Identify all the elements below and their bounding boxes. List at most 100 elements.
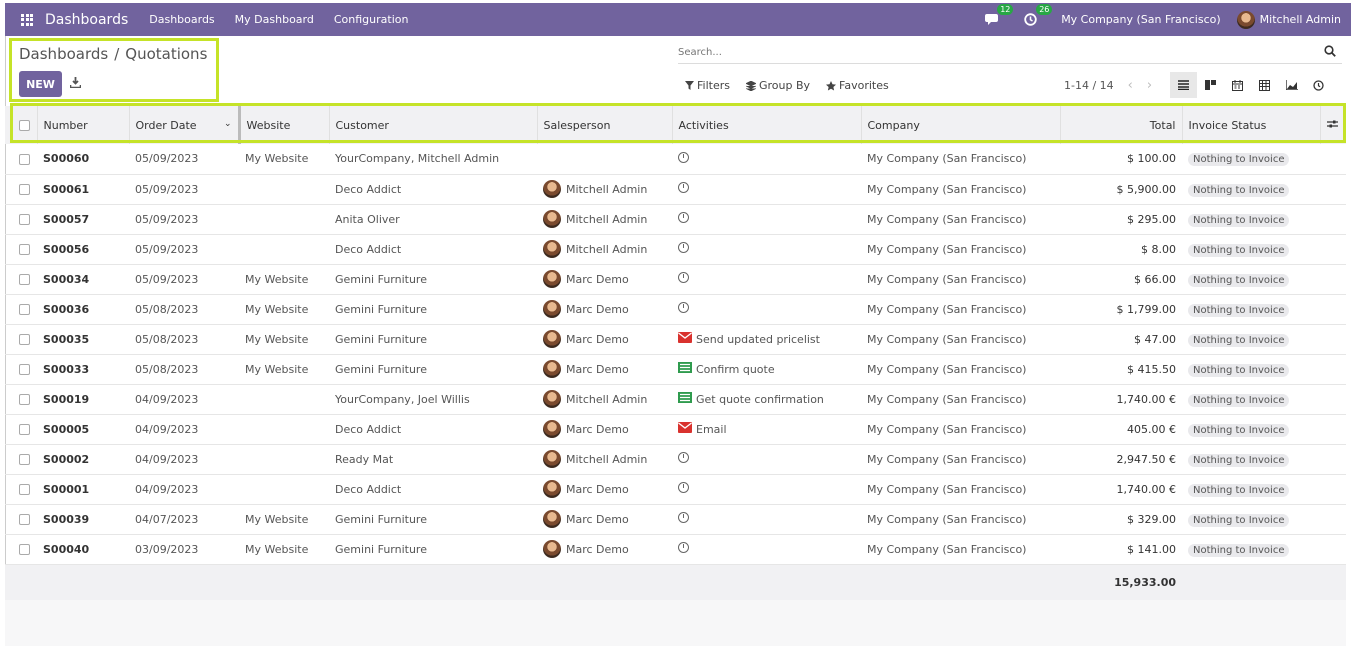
menu-my-dashboard[interactable]: My Dashboard: [235, 13, 314, 26]
table-row[interactable]: S00005 04/09/2023 Deco Addict Marc Demo …: [5, 414, 1346, 444]
clock-icon[interactable]: [678, 482, 689, 496]
column-total[interactable]: Total: [1060, 106, 1183, 144]
table-row[interactable]: S00001 04/09/2023 Deco Addict Marc Demo …: [5, 474, 1346, 504]
table-row[interactable]: S00056 05/09/2023 Deco Addict Mitchell A…: [5, 234, 1346, 264]
list-view-icon[interactable]: [1170, 72, 1197, 98]
breadcrumb-parent[interactable]: Dashboards: [19, 45, 108, 63]
column-order-date-label: Order Date: [135, 118, 197, 132]
row-checkbox[interactable]: [5, 174, 37, 204]
pager-next-icon[interactable]: ›: [1147, 78, 1152, 93]
clock-icon[interactable]: [678, 182, 689, 196]
cell-salesperson: Mitchell Admin: [537, 234, 672, 264]
clock-icon[interactable]: [678, 302, 689, 316]
cell-number: S00036: [43, 302, 90, 316]
clock-icon[interactable]: [678, 452, 689, 466]
todo-icon[interactable]: [678, 362, 692, 376]
search-icon[interactable]: [1324, 45, 1336, 57]
search-input[interactable]: [678, 42, 1298, 62]
clock-icon[interactable]: [678, 272, 689, 286]
row-checkbox[interactable]: [5, 264, 37, 294]
row-checkbox[interactable]: [5, 234, 37, 264]
new-button[interactable]: NEW: [19, 71, 62, 97]
email-icon[interactable]: [678, 422, 692, 436]
cell-empty: [1320, 234, 1346, 264]
favorites-button[interactable]: Favorites: [826, 79, 889, 92]
kanban-view-icon[interactable]: [1197, 72, 1224, 98]
row-checkbox[interactable]: [5, 414, 37, 444]
clock-icon[interactable]: [678, 242, 689, 256]
group-by-button[interactable]: Group By: [745, 79, 810, 92]
calendar-view-icon[interactable]: [1224, 72, 1251, 98]
cell-order-date: 04/07/2023: [135, 512, 199, 526]
todo-icon[interactable]: [678, 392, 692, 406]
activity-summary[interactable]: Send updated pricelist: [696, 333, 820, 346]
column-company[interactable]: Company: [861, 106, 1061, 144]
top-navbar: Dashboards Dashboards My Dashboard Confi…: [5, 3, 1351, 36]
table-row[interactable]: S00040 03/09/2023 My Website Gemini Furn…: [5, 534, 1346, 564]
cell-number: S00033: [43, 362, 90, 376]
breadcrumb: Dashboards / Quotations: [19, 45, 207, 63]
cell-total: 1,740.00 €: [1116, 392, 1176, 406]
menu-dashboards[interactable]: Dashboards: [149, 13, 214, 26]
activities-button[interactable]: 26: [1024, 4, 1053, 26]
cell-order-date: 04/09/2023: [135, 482, 199, 496]
row-checkbox[interactable]: [5, 384, 37, 414]
row-checkbox[interactable]: [5, 294, 37, 324]
email-icon[interactable]: [678, 332, 692, 346]
app-brand[interactable]: Dashboards: [45, 12, 128, 28]
filters-button[interactable]: Filters: [685, 79, 730, 92]
activity-summary[interactable]: Get quote confirmation: [696, 393, 824, 406]
table-row[interactable]: S00019 04/09/2023 YourCompany, Joel Will…: [5, 384, 1346, 414]
row-checkbox[interactable]: [5, 474, 37, 504]
row-checkbox[interactable]: [5, 534, 37, 564]
salesperson-name: Mitchell Admin: [566, 392, 648, 406]
pager-range[interactable]: 1-14 / 14: [1064, 79, 1114, 92]
app-grid-icon[interactable]: [21, 13, 33, 26]
menu-configuration[interactable]: Configuration: [334, 13, 409, 26]
table-row[interactable]: S00061 05/09/2023 Deco Addict Mitchell A…: [5, 174, 1346, 204]
table-row[interactable]: S00039 04/07/2023 My Website Gemini Furn…: [5, 504, 1346, 534]
column-number[interactable]: Number: [37, 106, 130, 144]
messages-button[interactable]: 12: [985, 4, 1014, 26]
column-customer[interactable]: Customer: [329, 106, 538, 144]
table-row[interactable]: S00033 05/08/2023 My Website Gemini Furn…: [5, 354, 1346, 384]
user-name[interactable]: Mitchell Admin: [1260, 13, 1341, 26]
company-switcher[interactable]: My Company (San Francisco): [1061, 13, 1220, 26]
column-invoice-status[interactable]: Invoice Status: [1182, 106, 1321, 144]
messages-badge: 12: [997, 4, 1014, 15]
pivot-view-icon[interactable]: [1251, 72, 1278, 98]
row-checkbox[interactable]: [5, 504, 37, 534]
activity-summary[interactable]: Confirm quote: [696, 363, 775, 376]
row-checkbox[interactable]: [5, 204, 37, 234]
user-avatar[interactable]: [1236, 10, 1255, 29]
column-activities[interactable]: Activities: [672, 106, 862, 144]
optional-columns-icon[interactable]: [1320, 106, 1346, 144]
row-checkbox[interactable]: [5, 354, 37, 384]
clock-icon[interactable]: [678, 512, 689, 526]
table-row[interactable]: S00057 05/09/2023 Anita Oliver Mitchell …: [5, 204, 1346, 234]
download-icon[interactable]: [69, 77, 82, 91]
clock-icon[interactable]: [678, 151, 689, 166]
activity-view-icon[interactable]: [1305, 72, 1332, 98]
activity-summary[interactable]: Email: [696, 423, 727, 436]
cell-website: [239, 414, 329, 444]
table-row[interactable]: S00034 05/09/2023 My Website Gemini Furn…: [5, 264, 1346, 294]
pager-prev-icon[interactable]: ‹: [1128, 78, 1133, 93]
row-checkbox[interactable]: [5, 144, 37, 174]
select-all-checkbox[interactable]: [5, 106, 38, 144]
cell-order-date: 05/08/2023: [135, 302, 199, 316]
column-website[interactable]: Website: [239, 106, 330, 144]
row-checkbox[interactable]: [5, 444, 37, 474]
clock-icon[interactable]: [678, 212, 689, 226]
table-row[interactable]: S00035 05/08/2023 My Website Gemini Furn…: [5, 324, 1346, 354]
table-row[interactable]: S00060 05/09/2023 My Website YourCompany…: [5, 144, 1346, 174]
clock-icon[interactable]: [678, 542, 689, 556]
row-checkbox[interactable]: [5, 324, 37, 354]
column-salesperson[interactable]: Salesperson: [537, 106, 673, 144]
graph-view-icon[interactable]: [1278, 72, 1305, 98]
table-row[interactable]: S00002 04/09/2023 Ready Mat Mitchell Adm…: [5, 444, 1346, 474]
view-switcher: [1170, 72, 1332, 98]
salesperson-avatar: [543, 390, 561, 408]
column-order-date[interactable]: Order Date ⌄: [129, 106, 241, 144]
table-row[interactable]: S00036 05/08/2023 My Website Gemini Furn…: [5, 294, 1346, 324]
